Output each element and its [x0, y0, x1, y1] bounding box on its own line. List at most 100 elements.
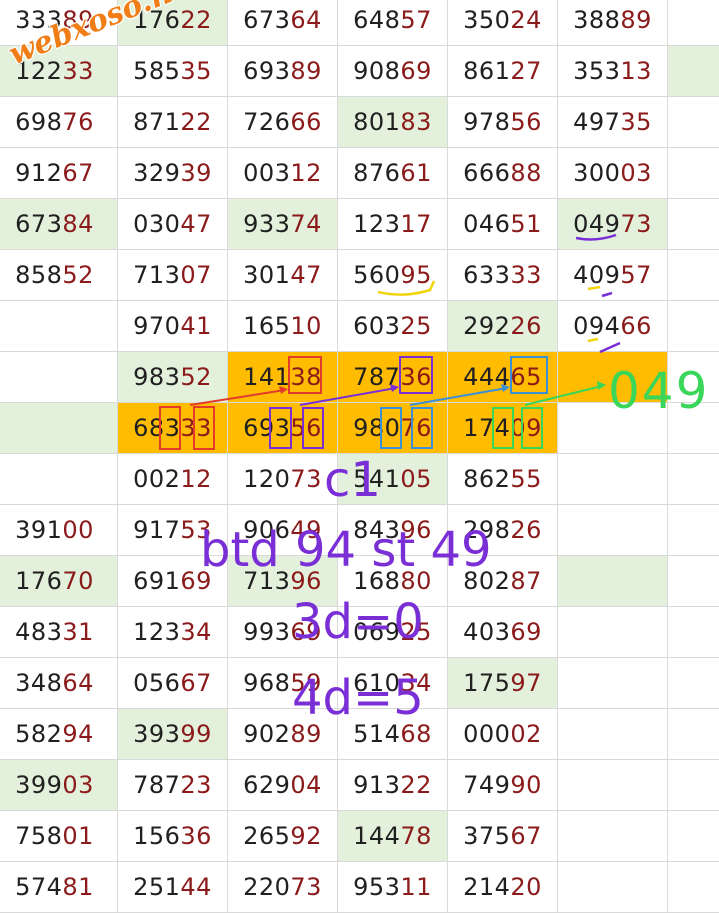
table-cell [668, 454, 719, 505]
number-suffix: 33 [510, 261, 542, 289]
handwritten-note-btd: btd 94 st 49 [200, 522, 492, 578]
handwritten-note-4d: 4d=5 [292, 670, 424, 726]
table-cell [0, 301, 118, 352]
number-prefix: 165 [243, 312, 291, 340]
number-prefix: 391 [15, 516, 63, 544]
table-row: 912 67 329 39 003 12 876 61 666 88 300 03 [0, 148, 719, 199]
table-cell [668, 46, 719, 97]
number-suffix: 81 [62, 873, 94, 901]
number-suffix: 67 [62, 159, 94, 187]
table-cell: 393 99 [118, 709, 228, 760]
number-suffix: 55 [510, 465, 542, 493]
number-prefix: 049 [573, 210, 621, 238]
table-cell: 603 25 [338, 301, 448, 352]
number-suffix: 76 [62, 108, 94, 136]
number-prefix: 174 [463, 414, 511, 442]
table-cell: 861 27 [448, 46, 558, 97]
number-suffix: 03 [620, 159, 652, 187]
table-cell: 497 35 [558, 97, 668, 148]
number-suffix: 10 [290, 312, 322, 340]
number-prefix: 673 [243, 6, 291, 34]
number-suffix: 03 [62, 771, 94, 799]
number-suffix: 67 [180, 669, 212, 697]
number-suffix: 52 [180, 363, 212, 391]
number-prefix: 862 [463, 465, 511, 493]
number-prefix: 353 [573, 57, 621, 85]
table-cell: 726 66 [228, 97, 338, 148]
number-suffix: 57 [400, 6, 432, 34]
table-cell: 801 83 [338, 97, 448, 148]
table-cell: 693 56 [228, 403, 338, 454]
number-suffix: 51 [510, 210, 542, 238]
lottery-results-grid: 333 89 176 22 673 64 648 57 350 24 388 89 122 33 585 35… [0, 0, 719, 913]
table-cell [558, 505, 668, 556]
number-prefix: 375 [463, 822, 511, 850]
number-suffix: 00 [62, 516, 94, 544]
table-cell: 388 89 [558, 0, 668, 46]
table-cell: 214 20 [448, 862, 558, 913]
table-cell: 912 67 [0, 148, 118, 199]
table-cell [668, 505, 719, 556]
number-suffix: 95 [400, 261, 432, 289]
number-suffix: 92 [290, 822, 322, 850]
table-cell [0, 352, 118, 403]
number-prefix: 301 [243, 261, 291, 289]
number-prefix: 399 [15, 771, 63, 799]
table-cell: 002 12 [118, 454, 228, 505]
number-prefix: 141 [243, 363, 291, 391]
number-suffix: 52 [62, 261, 94, 289]
number-prefix: 871 [133, 108, 181, 136]
number-suffix: 67 [510, 822, 542, 850]
table-cell: 683 33 [118, 403, 228, 454]
number-suffix: 07 [180, 261, 212, 289]
table-cell [668, 0, 719, 46]
number-prefix: 693 [243, 57, 291, 85]
number-suffix: 35 [620, 108, 652, 136]
number-suffix: 74 [290, 210, 322, 238]
number-prefix: 758 [15, 822, 63, 850]
number-suffix: 04 [290, 771, 322, 799]
number-prefix: 002 [133, 465, 181, 493]
number-prefix: 300 [573, 159, 621, 187]
table-cell [668, 862, 719, 913]
number-suffix: 22 [400, 771, 432, 799]
table-cell: 265 92 [228, 811, 338, 862]
table-cell [668, 97, 719, 148]
number-suffix: 57 [620, 261, 652, 289]
table-cell: 970 41 [118, 301, 228, 352]
table-cell: 858 52 [0, 250, 118, 301]
number-suffix: 38 [290, 363, 322, 391]
table-cell [0, 454, 118, 505]
number-suffix: 23 [180, 771, 212, 799]
number-suffix: 22 [180, 6, 212, 34]
table-cell: 585 35 [118, 46, 228, 97]
number-prefix: 574 [15, 873, 63, 901]
number-prefix: 497 [573, 108, 621, 136]
number-prefix: 000 [463, 720, 511, 748]
table-cell [668, 148, 719, 199]
number-suffix: 34 [180, 618, 212, 646]
number-suffix: 02 [510, 720, 542, 748]
number-prefix: 251 [133, 873, 181, 901]
number-suffix: 89 [290, 57, 322, 85]
number-suffix: 25 [400, 312, 432, 340]
number-suffix: 33 [62, 57, 94, 85]
table-cell: 375 67 [448, 811, 558, 862]
table-cell: 698 76 [0, 97, 118, 148]
table-cell: 003 12 [228, 148, 338, 199]
table-cell: 094 66 [558, 301, 668, 352]
number-suffix: 61 [400, 159, 432, 187]
number-suffix: 12 [290, 159, 322, 187]
number-suffix: 64 [290, 6, 322, 34]
table-cell: 220 73 [228, 862, 338, 913]
number-suffix: 88 [510, 159, 542, 187]
number-suffix: 26 [510, 312, 542, 340]
table-cell [668, 250, 719, 301]
table-cell: 444 65 [448, 352, 558, 403]
number-prefix: 123 [133, 618, 181, 646]
number-prefix: 913 [353, 771, 401, 799]
table-cell: 673 84 [0, 199, 118, 250]
number-suffix: 73 [290, 465, 322, 493]
table-cell: 787 23 [118, 760, 228, 811]
table-cell [668, 760, 719, 811]
